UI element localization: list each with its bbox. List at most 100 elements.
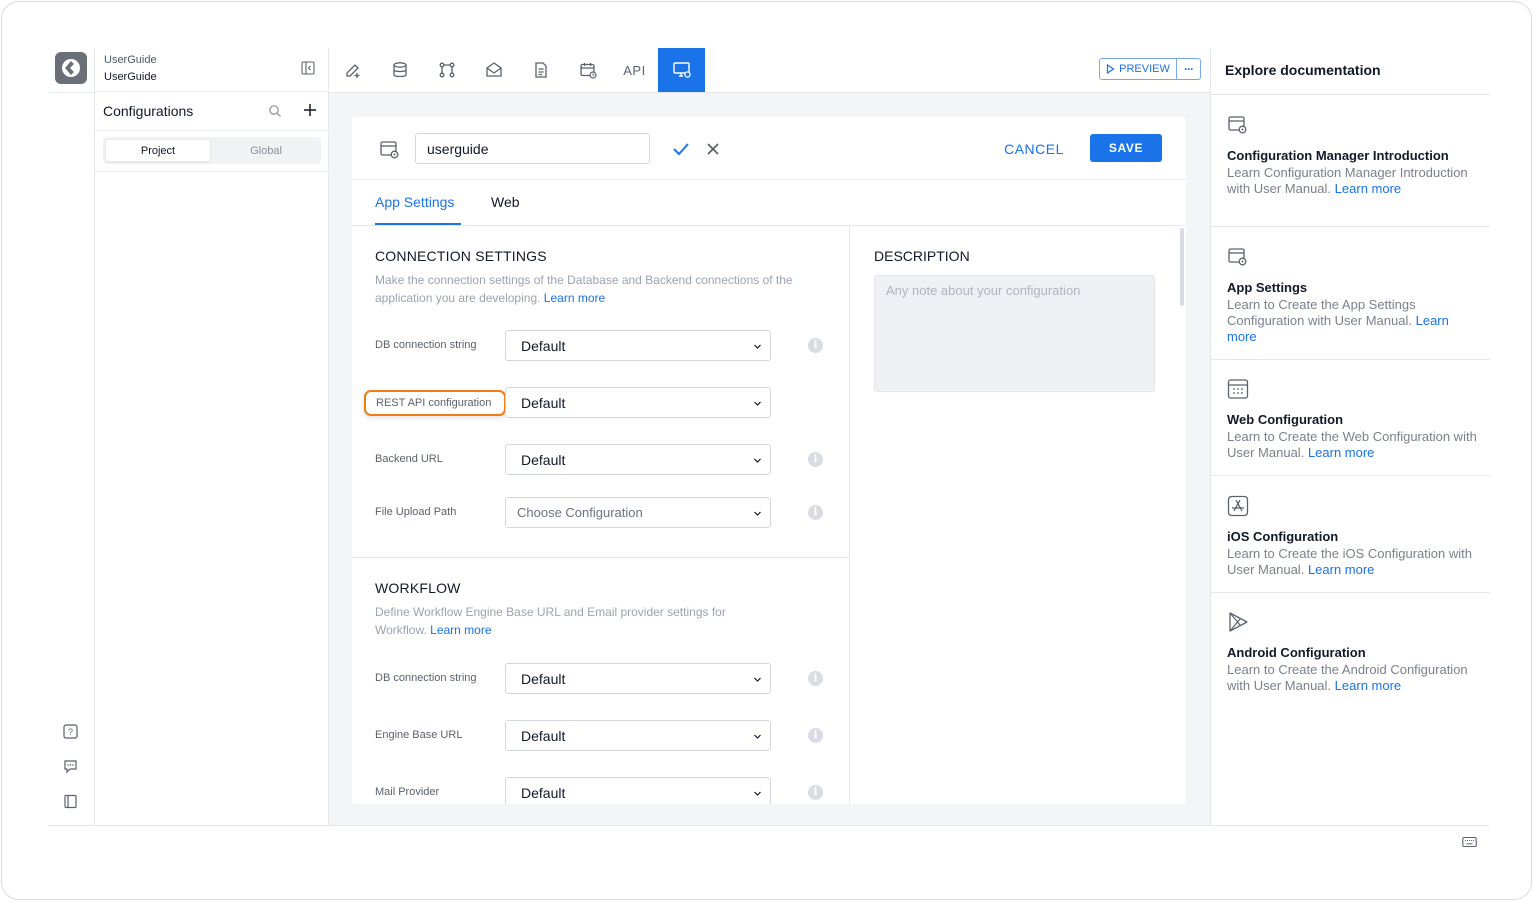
play-icon [1107,64,1115,74]
divider [95,171,329,172]
learn-more-link[interactable]: Learn more [430,623,491,637]
wf-db-connection-select[interactable]: Default [505,663,771,694]
select-value: Default [521,337,566,354]
left-rail: ? [48,48,95,826]
doc-item[interactable]: Android Configuration Learn to Create th… [1227,611,1477,694]
tab-web[interactable]: Web [491,194,520,210]
learn-more-link[interactable]: Learn more [1335,181,1401,196]
connection-settings-desc: Make the connection settings of the Data… [375,271,835,307]
learn-more-link[interactable]: Learn more [1308,562,1374,577]
config-name-input[interactable]: userguide [415,133,650,164]
project-panel: UserGuide UserGuide Configurations Proje… [95,48,329,826]
db-connection-select[interactable]: Default [505,330,771,361]
info-icon[interactable]: i [808,785,823,800]
settings-column: CONNECTION SETTINGS Make the connection … [352,226,850,804]
info-icon[interactable]: i [808,728,823,743]
doc-desc: Learn Configuration Manager Introduction… [1227,165,1477,197]
docs-title: Explore documentation [1225,62,1381,78]
engine-base-url-select[interactable]: Default [505,720,771,751]
close-icon[interactable] [705,141,721,157]
mail-provider-select[interactable]: Default [505,777,771,804]
learn-more-link[interactable]: Learn more [1335,678,1401,693]
info-icon[interactable]: i [808,505,823,520]
pencil-add-icon[interactable] [329,48,376,92]
rest-api-label: REST API configuration [376,397,492,409]
wf-db-connection-label: DB connection string [375,672,477,684]
divider [1211,226,1490,227]
mail-icon[interactable] [470,48,517,92]
config-settings-icon [379,138,401,160]
db-connection-label: DB connection string [375,339,477,351]
doc-title: App Settings [1227,280,1308,295]
workflow-desc: Define Workflow Engine Base URL and Emai… [375,603,775,639]
chevron-down-icon [754,344,761,349]
description-textarea[interactable]: Any note about your configuration [874,275,1155,392]
monitor-settings-icon[interactable] [658,48,705,92]
project-name-bottom: UserGuide [104,71,157,83]
doc-item[interactable]: Configuration Manager Introduction Learn… [1227,114,1477,197]
tab-project[interactable]: Project [105,139,211,162]
document-icon[interactable] [517,48,564,92]
learn-more-link[interactable]: Learn more [544,291,605,305]
select-value: Default [521,784,566,801]
doc-desc: Learn to Create the iOS Configuration wi… [1227,546,1477,578]
section-divider [352,557,850,558]
backend-url-label: Backend URL [375,453,443,465]
configurations-title: Configurations [103,103,194,119]
info-icon[interactable]: i [808,338,823,353]
database-icon[interactable] [376,48,423,92]
backend-url-select[interactable]: Default [505,444,771,475]
svg-text:?: ? [67,727,72,737]
doc-item[interactable]: iOS Configuration Learn to Create the iO… [1227,495,1477,578]
description-column: DESCRIPTION Any note about your configur… [851,226,1186,804]
chat-icon[interactable] [62,758,78,774]
cancel-button[interactable]: CANCEL [997,134,1071,163]
search-icon[interactable] [268,104,282,118]
project-name-top: UserGuide [104,54,157,66]
add-configuration-icon[interactable] [302,102,318,118]
description-title: DESCRIPTION [874,248,970,264]
doc-item[interactable]: Web Configuration Learn to Create the We… [1227,378,1477,461]
doc-title: Android Configuration [1227,645,1366,660]
divider [95,130,329,131]
calendar-icon[interactable] [564,48,611,92]
collapse-panel-icon[interactable] [301,61,315,75]
save-button[interactable]: SAVE [1090,134,1162,162]
chevron-down-icon [754,734,761,739]
doc-item[interactable]: App Settings Learn to Create the App Set… [1227,246,1477,345]
keyboard-icon[interactable] [1462,835,1477,848]
ios-appstore-icon [1227,495,1249,517]
chevron-down-icon [754,791,761,796]
more-options-button[interactable]: ··· [1177,58,1201,80]
doc-desc-text: Learn to Create the App Settings Configu… [1227,297,1416,328]
help-icon[interactable]: ? [62,723,78,739]
doc-title: Web Configuration [1227,412,1344,427]
scrollbar[interactable] [1180,228,1184,306]
info-icon[interactable]: i [808,671,823,686]
select-value: Default [521,670,566,687]
book-icon[interactable] [62,793,78,809]
scope-segmented-control: Project Global [103,137,321,164]
workflow-title: WORKFLOW [375,580,461,596]
learn-more-link[interactable]: Learn more [1308,445,1374,460]
app-logo[interactable] [55,52,87,84]
divider [1211,475,1490,476]
doc-desc: Learn to Create the Web Configuration wi… [1227,429,1477,461]
info-icon[interactable]: i [808,452,823,467]
app-settings-icon [1227,246,1249,268]
configuration-editor: userguide CANCEL SAVE App Settings Web C… [352,117,1186,804]
api-tab[interactable]: API [611,48,658,92]
file-upload-select[interactable]: Choose Configuration [505,497,771,528]
workflow-icon[interactable] [423,48,470,92]
tab-app-settings[interactable]: App Settings [375,194,454,210]
active-tab-indicator [375,223,461,225]
preview-button[interactable]: PREVIEW [1099,58,1177,80]
editor-header: userguide CANCEL SAVE [352,117,1186,180]
tab-global[interactable]: Global [213,139,319,162]
config-manager-icon [1227,114,1249,136]
confirm-check-icon[interactable] [672,141,690,157]
doc-desc: Learn to Create the App Settings Configu… [1227,297,1477,345]
rest-api-select[interactable]: Default [505,387,771,418]
doc-desc: Learn to Create the Android Configuratio… [1227,662,1477,694]
preview-label: PREVIEW [1119,63,1170,75]
